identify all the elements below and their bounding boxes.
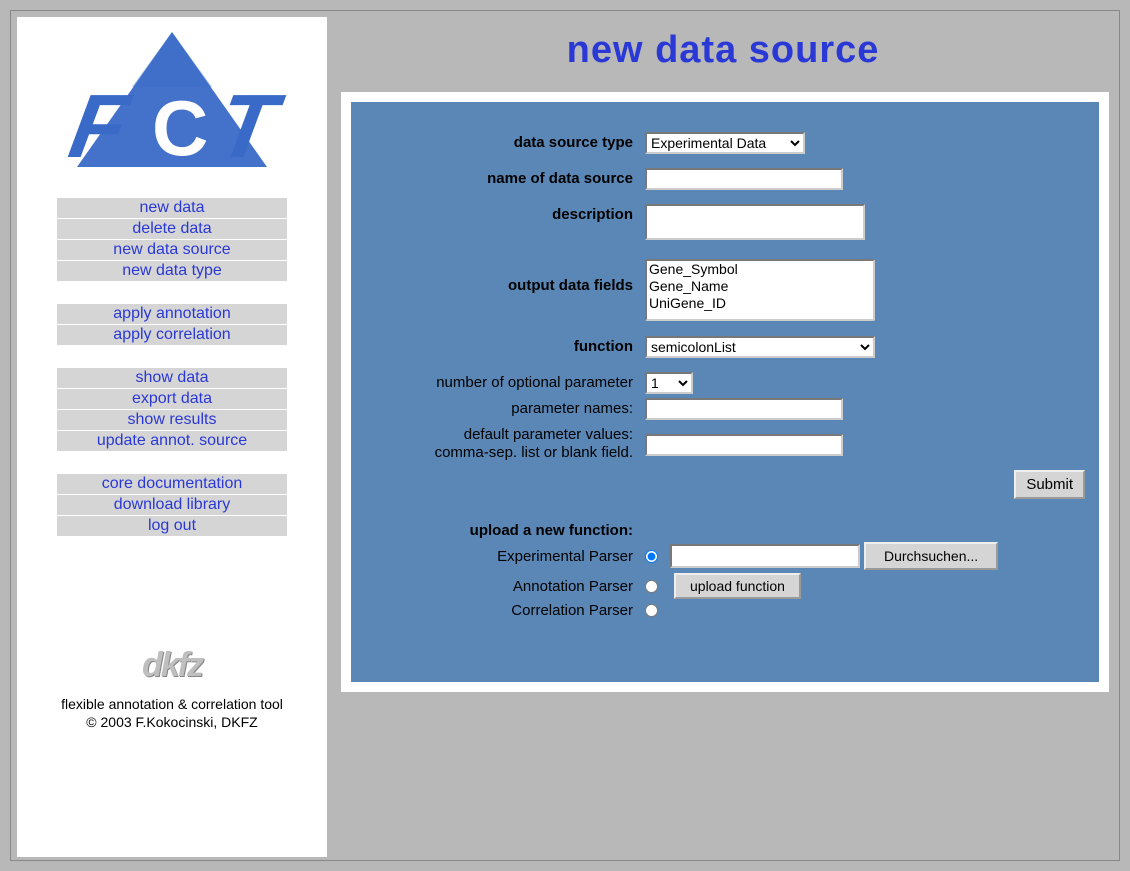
input-name[interactable] [645, 168, 843, 190]
nav-new-data-type[interactable]: new data type [57, 260, 287, 281]
browse-button[interactable]: Durchsuchen... [864, 542, 998, 570]
dkfz-logo: dkfz [31, 646, 313, 685]
file-input[interactable] [670, 544, 860, 568]
sidebar: F C T new data delete data new data sour… [17, 17, 327, 857]
nav-download-library[interactable]: download library [57, 494, 287, 515]
label-param-names: parameter names: [365, 398, 645, 418]
main-content: new data source data source type Experim… [327, 11, 1119, 692]
label-annotation-parser: Annotation Parser [365, 578, 645, 595]
nav-new-data-source[interactable]: new data source [57, 239, 287, 260]
svg-text:C: C [152, 84, 208, 172]
nav-log-out[interactable]: log out [57, 515, 287, 536]
nav-show-data[interactable]: show data [57, 367, 287, 388]
label-correlation-parser: Correlation Parser [365, 602, 645, 619]
form-panel: data source type Experimental Data name … [351, 102, 1099, 682]
input-default-values[interactable] [645, 434, 843, 456]
select-data-source-type[interactable]: Experimental Data [645, 132, 805, 154]
nav-new-data[interactable]: new data [57, 197, 287, 218]
footer-line1: flexible annotation & correlation tool [61, 696, 283, 712]
footer-text: flexible annotation & correlation tool ©… [31, 695, 313, 731]
upload-section: upload a new function: Experimental Pars… [365, 522, 1085, 619]
label-function: function [365, 336, 645, 356]
nav-delete-data[interactable]: delete data [57, 218, 287, 239]
upload-heading: upload a new function: [365, 522, 645, 539]
fct-logo: F C T [37, 27, 307, 177]
nav-apply-correlation[interactable]: apply correlation [57, 324, 287, 345]
nav-group-data: new data delete data new data source new… [31, 197, 313, 281]
select-function[interactable]: semicolonList [645, 336, 875, 358]
label-default-values: default parameter values: comma-sep. lis… [365, 424, 645, 462]
label-output-fields: output data fields [365, 259, 645, 295]
nav-export-data[interactable]: export data [57, 388, 287, 409]
submit-button[interactable]: Submit [1014, 470, 1085, 499]
nav-update-annot-source[interactable]: update annot. source [57, 430, 287, 451]
input-param-names[interactable] [645, 398, 843, 420]
nav-group-misc: core documentation download library log … [31, 473, 313, 536]
footer-line2: © 2003 F.Kokocinski, DKFZ [86, 714, 257, 730]
nav-show-results[interactable]: show results [57, 409, 287, 430]
textarea-description[interactable] [645, 204, 865, 240]
radio-correlation-parser[interactable] [645, 604, 658, 617]
label-name: name of data source [365, 168, 645, 188]
nav-group-show: show data export data show results updat… [31, 367, 313, 451]
label-experimental-parser: Experimental Parser [365, 548, 645, 565]
label-data-source-type: data source type [365, 132, 645, 152]
nav-core-documentation[interactable]: core documentation [57, 473, 287, 494]
label-description: description [365, 204, 645, 224]
nav-group-apply: apply annotation apply correlation [31, 303, 313, 345]
listbox-output-fields[interactable]: Gene_SymbolGene_NameUniGene_ID [645, 259, 875, 321]
svg-text:T: T [211, 77, 290, 177]
label-num-params: number of optional parameter [365, 372, 645, 392]
radio-annotation-parser[interactable] [645, 580, 658, 593]
page-title: new data source [327, 29, 1119, 72]
upload-function-button[interactable]: upload function [674, 573, 801, 599]
nav-apply-annotation[interactable]: apply annotation [57, 303, 287, 324]
select-num-params[interactable]: 1 [645, 372, 693, 394]
radio-experimental-parser[interactable] [645, 550, 658, 563]
